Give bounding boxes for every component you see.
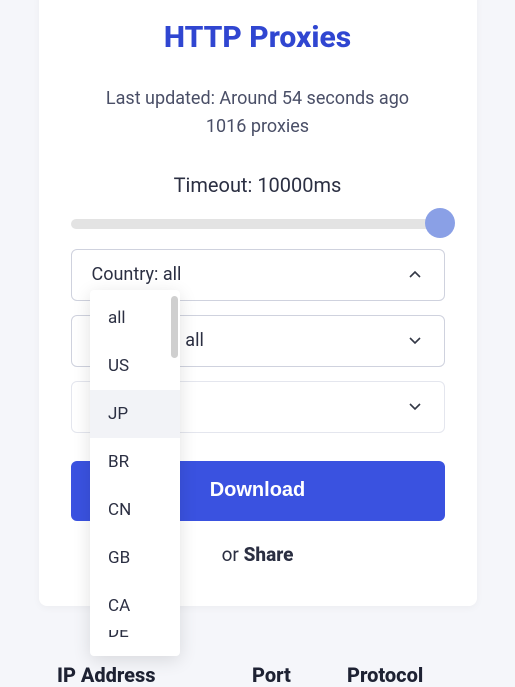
col-protocol: Protocol xyxy=(347,663,423,687)
chevron-down-icon xyxy=(406,398,424,416)
slider-thumb[interactable] xyxy=(425,208,455,238)
col-port: Port xyxy=(252,663,347,687)
country-option-de[interactable]: DE xyxy=(90,630,180,652)
timeout-label: Timeout: 10000ms xyxy=(39,173,477,197)
country-option-gb[interactable]: GB xyxy=(90,534,180,582)
country-option-us[interactable]: US xyxy=(90,342,180,390)
timeout-slider[interactable] xyxy=(39,209,477,239)
status-block: Last updated: Around 54 seconds ago 1016… xyxy=(39,85,477,141)
chevron-down-icon xyxy=(406,332,424,350)
page-title: HTTP Proxies xyxy=(39,20,477,55)
country-select-label: Country: all xyxy=(92,264,182,285)
country-option-cn[interactable]: CN xyxy=(90,486,180,534)
country-option-ca[interactable]: CA xyxy=(90,582,180,630)
proxy-count: 1016 proxies xyxy=(39,113,477,141)
col-ip: IP Address xyxy=(57,663,252,687)
country-option-all[interactable]: all xyxy=(90,294,180,342)
country-dropdown[interactable]: all US JP BR CN GB CA DE xyxy=(90,290,180,656)
share-prefix: or xyxy=(222,543,244,566)
country-option-jp[interactable]: JP xyxy=(90,390,180,438)
slider-track xyxy=(71,219,445,229)
last-updated: Last updated: Around 54 seconds ago xyxy=(39,85,477,113)
chevron-up-icon xyxy=(406,266,424,284)
share-link[interactable]: Share xyxy=(244,543,294,566)
table-header-row: IP Address Port Protocol xyxy=(57,663,495,687)
country-option-br[interactable]: BR xyxy=(90,438,180,486)
scrollbar-thumb[interactable] xyxy=(171,296,178,358)
